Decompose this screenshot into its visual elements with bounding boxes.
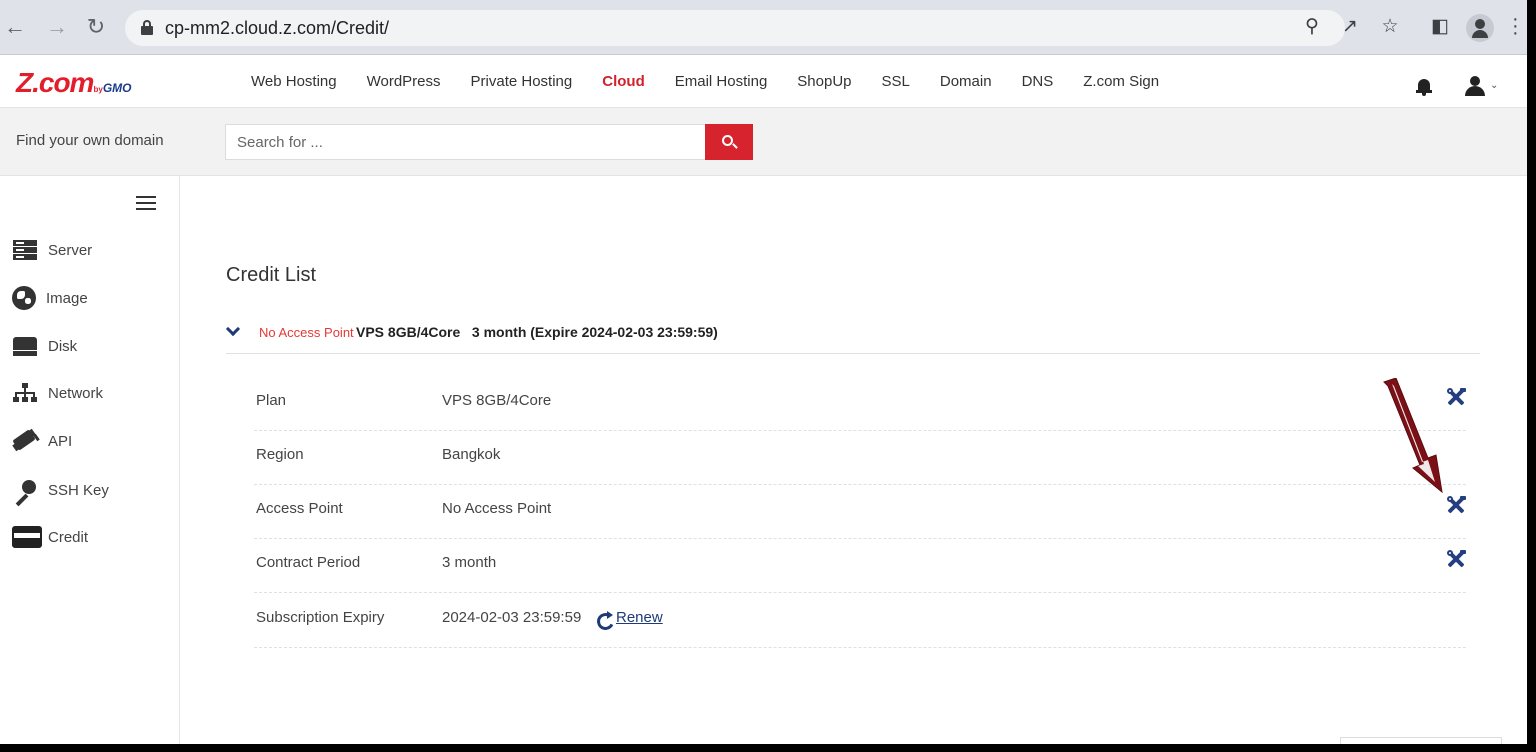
status-badge: No Access Point <box>259 325 354 340</box>
server-icon <box>12 238 38 262</box>
sidebar-item-label: Image <box>46 289 88 307</box>
edit-access-point-icon[interactable] <box>1446 495 1466 515</box>
browser-toolbar: ← → ↻ cp-mm2.cloud.z.com/Credit/ ⚲ ↗ ☆ ◧… <box>0 0 1527 55</box>
api-icon <box>12 428 40 453</box>
hamburger-icon[interactable] <box>136 196 156 210</box>
detail-label: Contract Period <box>256 554 361 571</box>
sidebar-item-network[interactable]: Network <box>12 380 103 406</box>
sidebar: Server Image Disk Network API SSH Key Cr… <box>0 176 180 744</box>
detail-row-plan: Plan VPS 8GB/4Core <box>254 377 1466 431</box>
sidebar-item-image[interactable]: Image <box>12 285 88 311</box>
nav-private-hosting[interactable]: Private Hosting <box>471 73 573 90</box>
lock-icon[interactable] <box>141 20 153 35</box>
user-icon <box>1470 76 1480 86</box>
page-title: Credit List <box>226 264 317 286</box>
annotation-arrow-icon <box>1383 378 1443 494</box>
detail-label: Region <box>256 446 304 463</box>
detail-row-subscription-expiry: Subscription Expiry 2024-02-03 23:59:59 … <box>254 594 1466 648</box>
top-nav: Web Hosting WordPress Private Hosting Cl… <box>251 55 1189 108</box>
zoom-icon[interactable]: ⚲ <box>1300 15 1324 39</box>
nav-web-hosting[interactable]: Web Hosting <box>251 73 337 90</box>
edit-contract-period-icon[interactable] <box>1446 549 1466 569</box>
detail-value: 2024-02-03 23:59:59 <box>442 609 582 626</box>
url-text[interactable]: cp-mm2.cloud.z.com/Credit/ <box>165 18 389 39</box>
screen-edge <box>1527 0 1536 752</box>
credit-card-icon <box>12 526 42 548</box>
detail-label: Plan <box>256 392 287 409</box>
nav-zcom-sign[interactable]: Z.com Sign <box>1083 73 1159 90</box>
detail-value: Bangkok <box>442 446 501 463</box>
detail-row-contract-period: Contract Period 3 month <box>254 539 1466 593</box>
disk-icon <box>12 334 38 358</box>
bottom-right-element <box>1340 737 1502 744</box>
nav-domain[interactable]: Domain <box>940 73 992 90</box>
domain-search-bar: Find your own domain <box>0 108 1527 176</box>
search-button[interactable] <box>705 124 753 160</box>
image-icon <box>12 286 36 310</box>
back-icon[interactable]: ← <box>2 14 28 40</box>
sidebar-item-ssh-key[interactable]: SSH Key <box>12 477 109 507</box>
key-icon <box>12 478 38 507</box>
nav-ssl[interactable]: SSL <box>882 73 910 90</box>
detail-row-region: Region Bangkok <box>254 431 1466 485</box>
logo[interactable]: Z.combyGMO <box>16 67 131 99</box>
credit-item-header[interactable]: No Access Point VPS 8GB/4Core 3 month (E… <box>226 314 1480 354</box>
domain-search-input[interactable] <box>225 124 705 160</box>
bell-icon[interactable] <box>1416 78 1432 96</box>
user-menu[interactable]: ⌄ <box>1465 76 1505 98</box>
renew-icon[interactable] <box>596 610 614 625</box>
sidebar-item-credit[interactable]: Credit <box>12 524 88 550</box>
sidebar-item-label: Network <box>48 384 104 402</box>
forward-icon[interactable]: → <box>44 14 70 40</box>
menu-icon[interactable]: · · · <box>1512 9 1519 43</box>
sidebar-item-label: Credit <box>48 528 89 546</box>
star-icon[interactable]: ☆ <box>1378 15 1402 39</box>
nav-cloud[interactable]: Cloud <box>602 73 645 90</box>
nav-shopup[interactable]: ShopUp <box>797 73 851 90</box>
sidebar-item-label: Disk <box>48 337 78 355</box>
credit-summary: VPS 8GB/4Core 3 month (Expire 2024-02-03… <box>356 324 718 340</box>
browser-window: ← → ↻ cp-mm2.cloud.z.com/Credit/ ⚲ ↗ ☆ ◧… <box>0 0 1527 744</box>
sidebar-item-disk[interactable]: Disk <box>12 333 77 359</box>
nav-email-hosting[interactable]: Email Hosting <box>675 73 768 90</box>
logo-gmo: GMO <box>102 81 132 95</box>
sidebar-item-server[interactable]: Server <box>12 237 92 263</box>
reload-icon[interactable]: ↻ <box>83 14 109 40</box>
nav-wordpress[interactable]: WordPress <box>367 73 441 90</box>
renew-button[interactable]: Renew <box>616 609 663 626</box>
chevron-down-icon[interactable] <box>226 324 240 334</box>
sidebar-item-api[interactable]: API <box>12 428 72 454</box>
chevron-down-icon: ⌄ <box>1490 80 1499 91</box>
profile-icon[interactable] <box>1466 14 1494 42</box>
address-bar[interactable]: cp-mm2.cloud.z.com/Credit/ <box>125 10 1345 46</box>
logo-by: by <box>93 85 103 94</box>
detail-value: 3 month <box>442 554 497 571</box>
nav-dns[interactable]: DNS <box>1022 73 1054 90</box>
detail-row-access-point: Access Point No Access Point <box>254 485 1466 539</box>
sidebar-item-label: SSH Key <box>48 481 109 499</box>
detail-value: VPS 8GB/4Core <box>442 392 552 409</box>
detail-label: Access Point <box>256 500 343 517</box>
site-header: Z.combyGMO Web Hosting WordPress Private… <box>0 55 1527 108</box>
sidebar-item-label: API <box>48 432 73 450</box>
logo-text: Z.com <box>16 67 94 98</box>
renew-link[interactable]: Renew <box>596 609 663 626</box>
network-icon <box>12 381 38 405</box>
detail-label: Subscription Expiry <box>256 609 385 626</box>
sidepanel-icon[interactable]: ◧ <box>1428 15 1452 39</box>
share-icon[interactable]: ↗ <box>1338 15 1362 39</box>
find-domain-label: Find your own domain <box>16 132 164 149</box>
detail-value: No Access Point <box>442 500 552 517</box>
sidebar-item-label: Server <box>48 241 93 259</box>
